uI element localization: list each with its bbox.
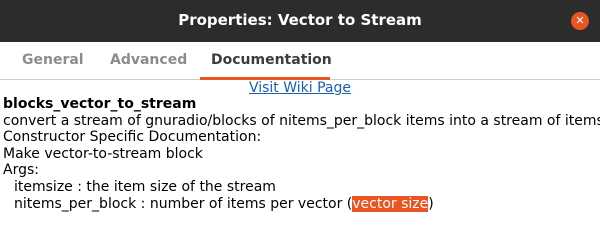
constructor-text: Make vector-to-stream block xyxy=(3,145,203,162)
tab-advanced[interactable]: Advanced xyxy=(110,52,187,68)
tab-documentation[interactable]: Documentation xyxy=(211,52,332,68)
block-description: convert a stream of gnuradio/blocks of n… xyxy=(3,112,600,129)
arg-itemsize: itemsize : the item size of the stream xyxy=(14,178,276,195)
block-id: blocks_vector_to_stream xyxy=(3,96,197,112)
close-button[interactable]: ✕ xyxy=(571,12,589,30)
title-bar: Properties: Vector to Stream ✕ xyxy=(0,0,600,42)
selected-text-highlight[interactable]: vector size xyxy=(352,195,429,212)
tab-bar: General Advanced Documentation xyxy=(0,42,600,80)
args-heading: Args: xyxy=(3,162,39,179)
constructor-heading: Constructor Specific Documentation: xyxy=(3,129,262,146)
arg2-closing: ) xyxy=(428,195,434,212)
window-title: Properties: Vector to Stream xyxy=(178,11,422,29)
visit-wiki-link[interactable]: Visit Wiki Page xyxy=(3,80,597,96)
tab-general[interactable]: General xyxy=(22,52,84,68)
close-icon: ✕ xyxy=(575,14,585,27)
documentation-panel: Visit Wiki Page blocks_vector_to_stream … xyxy=(3,80,600,213)
properties-dialog: Properties: Vector to Stream ✕ General A… xyxy=(0,0,600,252)
arg2-text: nitems_per_block : number of items per v… xyxy=(14,195,353,212)
arg-nitems-per-block: nitems_per_block : number of items per v… xyxy=(3,195,597,213)
